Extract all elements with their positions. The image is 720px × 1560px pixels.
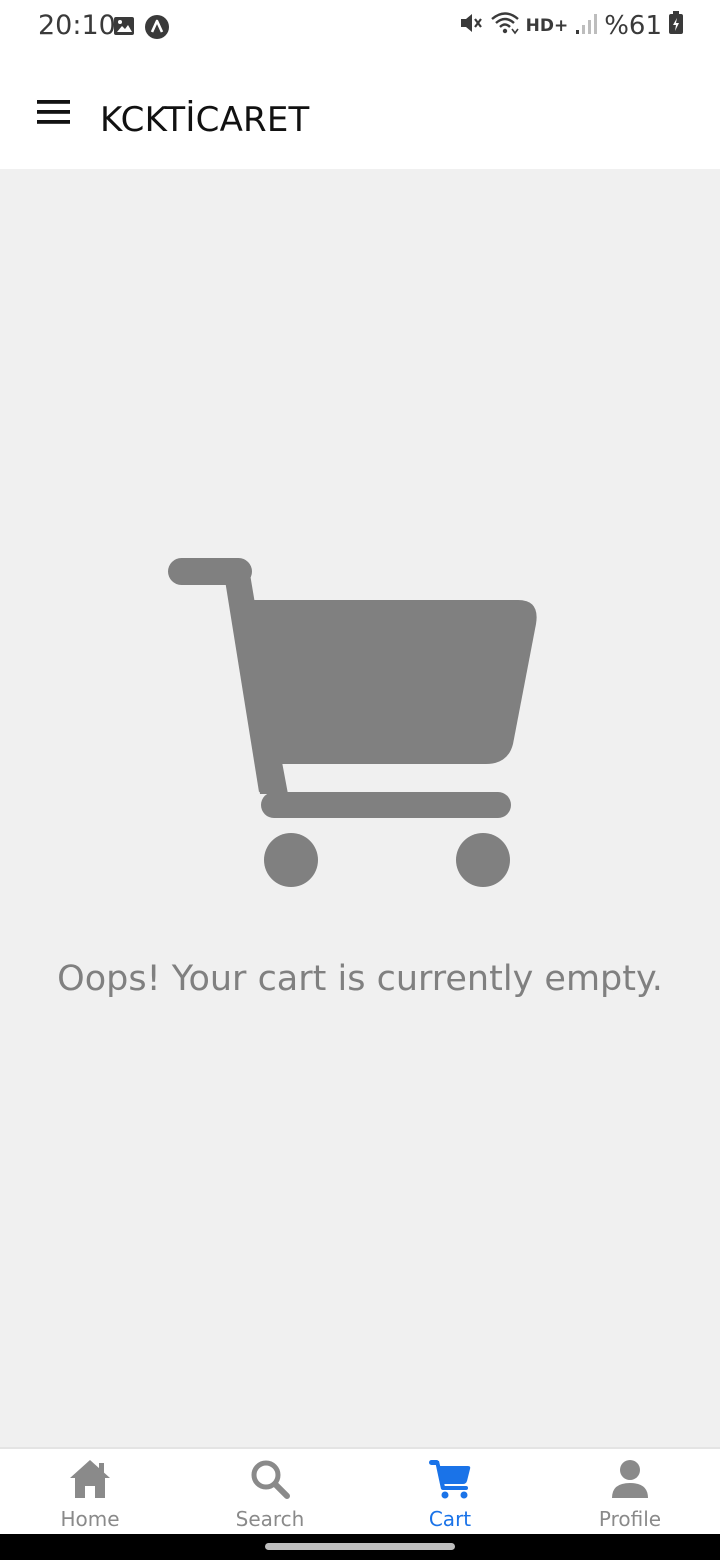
status-right-icons: HD+ %61 (458, 10, 684, 41)
cart-icon (428, 1457, 472, 1501)
menu-button[interactable] (30, 94, 78, 134)
network-type: HD+ (525, 15, 569, 36)
search-icon (248, 1457, 292, 1501)
nav-cart-label: Cart (428, 1507, 472, 1531)
home-indicator[interactable] (265, 1543, 455, 1550)
battery-icon (668, 10, 684, 41)
empty-cart-message: Oops! Your cart is currently empty. (57, 959, 663, 999)
status-time: 20:10 (38, 10, 116, 41)
nav-home-label: Home (60, 1507, 120, 1531)
status-bar: 20:10 HD+ %61 (0, 0, 720, 54)
nav-cart[interactable]: Cart (360, 1449, 540, 1534)
bottom-navigation: Home Search Cart Profile (0, 1447, 720, 1534)
app-bar: KCKTİCARET (0, 54, 720, 169)
status-left-icons (112, 14, 170, 45)
mute-icon (458, 10, 484, 41)
nav-profile[interactable]: Profile (540, 1449, 720, 1534)
wifi-icon (490, 10, 520, 41)
nav-home[interactable]: Home (0, 1449, 180, 1534)
battery-percent: %61 (604, 10, 662, 41)
shopping-cart-icon (164, 554, 540, 889)
signal-icon (574, 10, 598, 41)
hamburger-menu-icon (37, 99, 71, 130)
app-title: KCKTİCARET (100, 100, 310, 140)
image-icon (112, 14, 136, 45)
nav-profile-label: Profile (598, 1507, 662, 1531)
profile-icon (608, 1457, 652, 1501)
home-icon (68, 1457, 112, 1501)
system-navigation-bar (0, 1534, 720, 1560)
nav-search[interactable]: Search (180, 1449, 360, 1534)
nav-search-label: Search (235, 1507, 305, 1531)
screen: 20:10 HD+ %61 KCKTİCARET Oops! Your cart… (0, 0, 720, 1560)
android-auto-icon (144, 14, 170, 45)
cart-content: Oops! Your cart is currently empty. (0, 169, 720, 1447)
